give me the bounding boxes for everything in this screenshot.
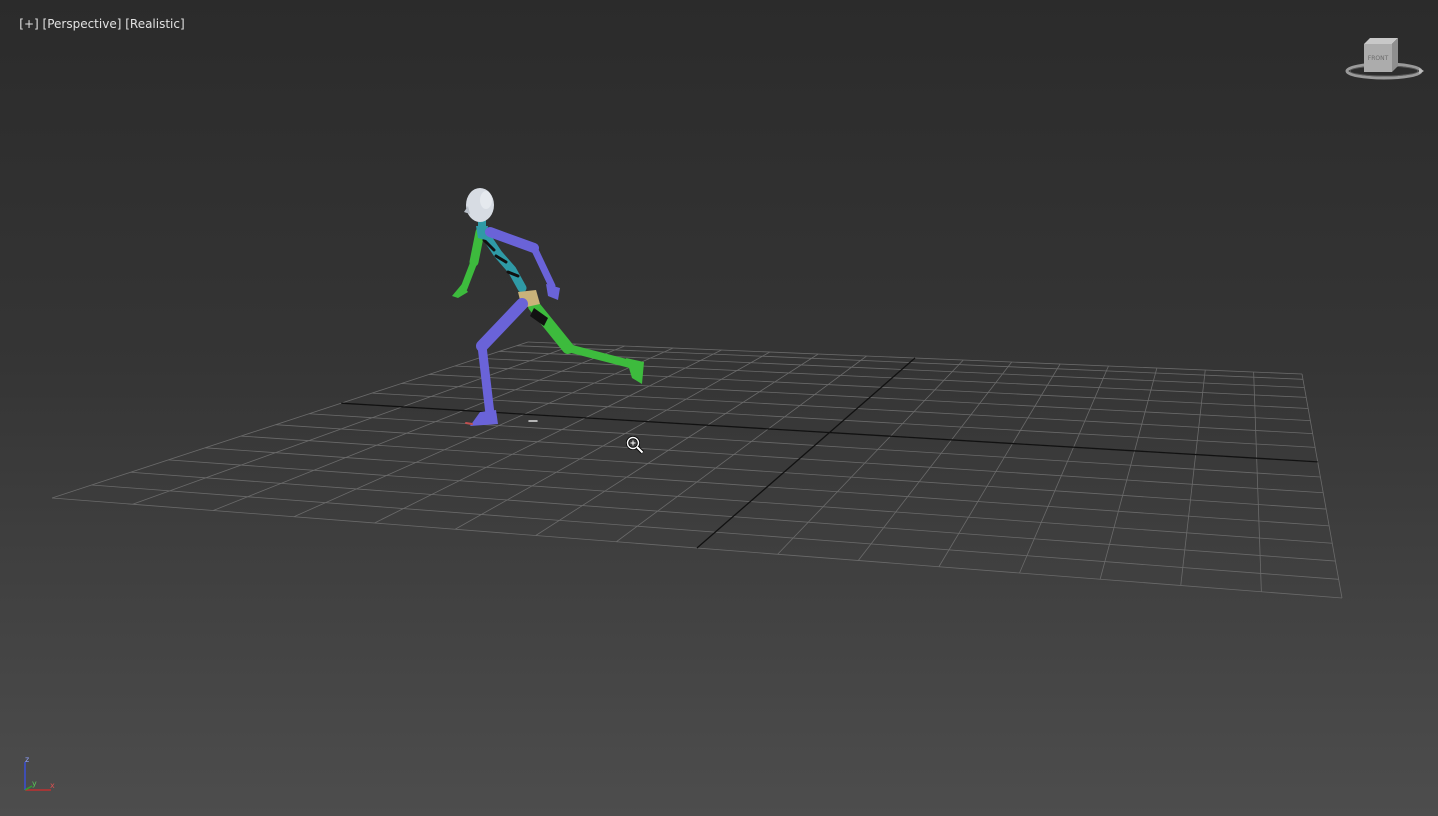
grid-line	[777, 359, 964, 555]
root-marker	[465, 422, 473, 425]
biped-character[interactable]	[452, 188, 644, 426]
scene-canvas[interactable]	[0, 0, 1438, 816]
viewcube-front-label[interactable]: FRONT	[1368, 55, 1389, 62]
axis-tripod-icon: z y x	[24, 755, 55, 791]
axis-y-label: y	[32, 779, 37, 788]
zoom-cursor-icon	[626, 436, 644, 454]
home-grid	[51, 341, 1343, 599]
perspective-viewport[interactable]: [+] [Perspective] [Realistic] FRONT z y …	[0, 0, 1438, 816]
grid-line	[857, 361, 1013, 561]
grid-y-axis	[696, 357, 916, 549]
biped-head[interactable]	[464, 188, 494, 222]
grid-line	[51, 341, 529, 499]
grid-line	[132, 343, 577, 505]
grid-line	[1301, 373, 1343, 599]
grid-line	[1019, 365, 1109, 574]
axis-x-label: x	[50, 781, 55, 790]
biped-left-arm[interactable]	[452, 227, 485, 298]
grid-line	[1253, 371, 1262, 592]
grid-line	[213, 345, 625, 511]
biped-right-leg[interactable]	[470, 298, 528, 426]
axis-z-label: z	[25, 755, 29, 764]
viewcube-icon[interactable]: FRONT	[1340, 32, 1430, 88]
